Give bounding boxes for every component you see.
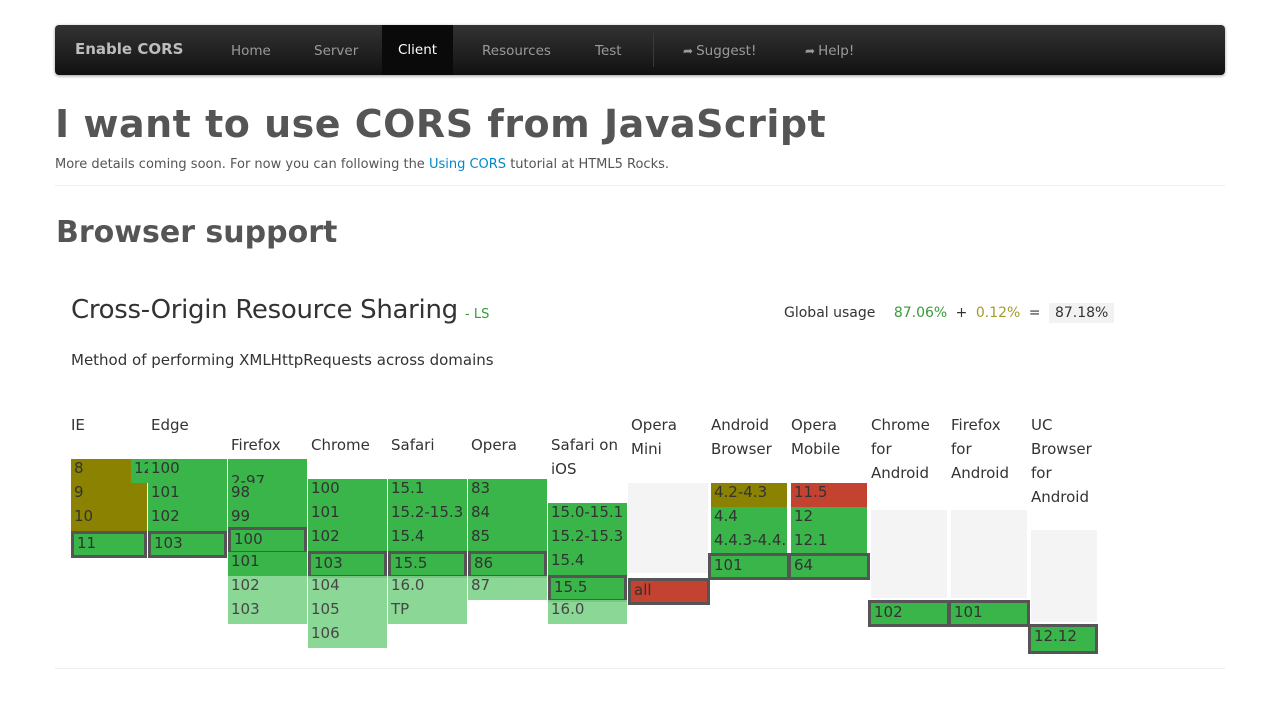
support-cell[interactable]: 83: [468, 479, 547, 503]
browser-firefox: Firefox: [231, 436, 281, 454]
nav-help-label: Help!: [818, 43, 855, 59]
support-cell-current[interactable]: 11: [71, 531, 147, 558]
support-cell-future[interactable]: 16.0: [388, 576, 467, 600]
global-usage: Global usage 87.06% + 0.12% = 87.18%: [784, 303, 1115, 323]
share-arrow-icon: ➦: [805, 44, 816, 58]
using-cors-link[interactable]: Using CORS: [429, 157, 506, 172]
support-cell-future[interactable]: 103: [228, 600, 307, 624]
browser-firefox-android: Firefox for Android: [951, 416, 1009, 482]
support-cell[interactable]: 15.0-15.1: [548, 503, 627, 527]
support-cell-current[interactable]: 12.12: [1028, 624, 1098, 654]
nav-client[interactable]: Client: [382, 25, 454, 75]
support-cell[interactable]: 85: [468, 527, 547, 551]
usage-partial: 0.12%: [975, 305, 1021, 321]
empty-column-area: [871, 510, 947, 598]
empty-column-area: [951, 510, 1027, 598]
support-cell-current[interactable]: 15.5: [388, 551, 467, 578]
browser-android: Android Browser: [711, 416, 772, 458]
support-cell-current[interactable]: 101: [948, 600, 1030, 627]
page-title: I want to use CORS from JavaScript: [55, 102, 827, 146]
nav-divider: [653, 33, 654, 67]
nav-resources[interactable]: Resources: [482, 43, 551, 59]
support-cell[interactable]: 4.4: [711, 507, 787, 531]
browser-ie: IE: [71, 416, 85, 434]
feature-status: - LS: [465, 307, 490, 322]
support-cell[interactable]: 9: [71, 483, 147, 507]
browser-uc-android: UC Browser for Android: [1031, 416, 1092, 506]
support-cell-future[interactable]: 105: [308, 600, 387, 624]
top-navbar: Enable CORS Home Server Client Resources…: [55, 25, 1225, 75]
usage-plus: +: [955, 305, 968, 321]
support-cell[interactable]: 101: [308, 503, 387, 527]
support-cell[interactable]: 15.2-15.3: [548, 527, 627, 551]
nav-suggest[interactable]: ➦ Suggest!: [683, 43, 756, 59]
browser-opera-mobile: Opera Mobile: [791, 416, 841, 458]
support-cell[interactable]: 12.1: [791, 531, 867, 555]
support-cell[interactable]: 102: [308, 527, 387, 551]
support-cell-current[interactable]: 64: [788, 553, 870, 580]
support-cell[interactable]: 11.5: [791, 483, 867, 507]
support-cell-current[interactable]: 101: [708, 553, 790, 580]
support-cell-future[interactable]: 87: [468, 576, 547, 600]
nav-help[interactable]: ➦ Help!: [805, 43, 854, 59]
support-cell-current[interactable]: 103: [308, 551, 387, 578]
feature-description: Method of performing XMLHttpRequests acr…: [71, 351, 494, 369]
brand-link[interactable]: Enable CORS: [75, 40, 183, 58]
support-cell[interactable]: 98: [228, 483, 307, 507]
support-cell-current[interactable]: 15.5: [548, 575, 627, 602]
support-cell[interactable]: 15.4: [388, 527, 467, 551]
support-cell[interactable]: 100: [308, 479, 387, 503]
feature-title[interactable]: Cross-Origin Resource Sharing: [71, 295, 458, 325]
support-cell[interactable]: 4.2-4.3: [711, 483, 787, 507]
support-cell-future[interactable]: TP: [388, 600, 467, 624]
empty-column-area: [1031, 530, 1097, 622]
browser-support-heading: Browser support: [56, 215, 338, 250]
support-cell-current[interactable]: 100: [228, 527, 307, 554]
usage-equals: =: [1028, 305, 1041, 321]
support-cell[interactable]: 15.1: [388, 479, 467, 503]
support-cell-current[interactable]: 86: [468, 551, 547, 578]
browser-chrome-android: Chrome for Android: [871, 416, 930, 482]
support-cell-future[interactable]: 102: [228, 576, 307, 600]
lead-suffix: tutorial at HTML5 Rocks.: [506, 157, 670, 172]
support-cell[interactable]: 101: [228, 552, 307, 576]
divider: [55, 668, 1225, 669]
support-cell-current[interactable]: 103: [148, 531, 227, 558]
usage-label: Global usage: [784, 305, 876, 321]
share-arrow-icon: ➦: [683, 44, 694, 58]
support-cell-current[interactable]: 102: [868, 600, 950, 627]
support-cell-future[interactable]: 104: [308, 576, 387, 600]
lead-prefix: More details coming soon. For now you ca…: [55, 157, 429, 172]
browser-opera: Opera: [471, 436, 517, 454]
support-cell[interactable]: 10: [71, 507, 147, 531]
browser-opera-mini: Opera Mini: [631, 416, 677, 458]
nav-test[interactable]: Test: [595, 43, 622, 59]
support-cell[interactable]: 12: [791, 507, 867, 531]
usage-total: 87.18%: [1048, 303, 1115, 323]
support-cell[interactable]: 84: [468, 503, 547, 527]
support-cell[interactable]: 101: [148, 483, 227, 507]
nav-suggest-label: Suggest!: [696, 43, 757, 59]
usage-full: 87.06%: [893, 305, 948, 321]
browser-safari-ios: Safari on iOS: [551, 436, 618, 478]
support-cell[interactable]: 102: [148, 507, 227, 531]
support-cell[interactable]: 100: [148, 459, 227, 483]
nav-home[interactable]: Home: [231, 43, 271, 59]
support-cell[interactable]: 15.4: [548, 551, 627, 575]
nav-server[interactable]: Server: [314, 43, 358, 59]
browser-chrome: Chrome: [311, 436, 370, 454]
support-cell[interactable]: 4.4.3-4.4.4: [711, 531, 787, 555]
support-cell-current[interactable]: all: [628, 578, 710, 605]
support-cell[interactable]: 15.2-15.3: [388, 503, 467, 527]
browser-safari: Safari: [391, 436, 435, 454]
lead-text: More details coming soon. For now you ca…: [55, 157, 669, 172]
browser-edge: Edge: [151, 416, 189, 434]
divider: [55, 185, 1225, 186]
support-cell-future[interactable]: 106: [308, 624, 387, 648]
empty-column-area: [628, 483, 708, 573]
support-cell-future[interactable]: 16.0: [548, 600, 627, 624]
